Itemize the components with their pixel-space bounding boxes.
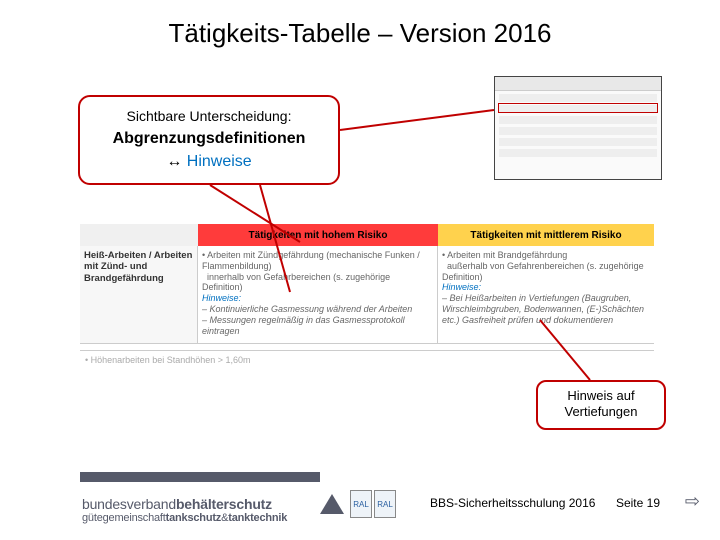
association-logo-text: bundesverbandbehälterschutz gütegemeinsc… [82, 496, 287, 524]
cell-medium-risk-sub: außerhalb von Gefahrenbereichen (s. zuge… [442, 261, 644, 282]
logo-line1-b: behälterschutz [176, 496, 272, 512]
callout-bottom-text: Hinweis auf Vertiefungen [564, 388, 637, 419]
background-table-excerpt: Tätigkeiten mit hohem Risiko Tätigkeiten… [80, 224, 654, 344]
footer-mark: RAL RAL [320, 490, 396, 518]
row-label: Heiß-Arbeiten / Arbeiten mit Zünd- und B… [80, 246, 198, 343]
callout-top-line3: ↔ Hinweise [94, 151, 324, 173]
slide-footer: bundesverbandbehälterschutz gütegemeinsc… [0, 462, 720, 540]
logo-line2-c: tanktechnik [228, 512, 287, 524]
page-thumbnail [494, 76, 662, 180]
cell-medium-risk-hinw-label: Hinweise: [442, 282, 481, 292]
triangle-icon [320, 494, 344, 514]
cell-high-risk-hinw1: – Kontinuierliche Gasmessung während der… [202, 304, 412, 314]
cell-high-risk-hinw-label: Hinweise: [202, 293, 241, 303]
slide-title: Tätigkeits-Tabelle – Version 2016 [0, 0, 720, 49]
cell-high-risk-bullet: Arbeiten mit Zündgefährdung (mechanische… [202, 250, 420, 271]
footer-training-label: BBS-Sicherheitsschulung 2016 [430, 496, 595, 510]
col-header-high-risk: Tätigkeiten mit hohem Risiko [198, 224, 438, 246]
callout-top: Sichtbare Unterscheidung: Abgrenzungsdef… [78, 95, 340, 185]
double-arrow-icon: ↔ [166, 153, 182, 170]
cell-medium-risk-bullet: Arbeiten mit Brandgefährdung [447, 250, 567, 260]
col-header-medium-risk: Tätigkeiten mit mittlerem Risiko [438, 224, 654, 246]
logo-line2-b: tankschutz [166, 512, 221, 524]
callout-top-line2: Abgrenzungsdefinitionen [94, 128, 324, 150]
callout-top-hinweise: Hinweise [187, 153, 252, 170]
logo-line2-a: gütegemeinschaft [82, 512, 166, 524]
callout-top-line1: Sichtbare Unterscheidung: [94, 107, 324, 126]
next-arrow-icon[interactable]: ⇨ [685, 491, 700, 512]
cell-high-risk-hinw2: – Messungen regelmäßig in das Gasmesspro… [202, 315, 405, 336]
below-row-text: • Höhenarbeiten bei Standhöhen > 1,60m [85, 355, 251, 365]
thumbnail-highlight [498, 103, 658, 113]
cell-medium-risk-hinw1: – Bei Heißarbeiten in Vertiefungen (Baug… [442, 293, 644, 325]
ral-badge-1: RAL [350, 490, 372, 518]
logo-line1-a: bundesverband [82, 496, 176, 512]
callout-bottom: Hinweis auf Vertiefungen [536, 380, 666, 430]
cell-medium-risk: • Arbeiten mit Brandgefährdung außerhalb… [438, 246, 654, 343]
divider [80, 350, 654, 351]
ral-badge-2: RAL [374, 490, 396, 518]
footer-grey-bar [80, 472, 320, 482]
cell-high-risk-sub: innerhalb von Gefahrbereichen (s. zugehö… [202, 272, 390, 293]
cell-high-risk: • Arbeiten mit Zündgefährdung (mechanisc… [198, 246, 438, 343]
page-number: Seite 19 [616, 496, 660, 510]
